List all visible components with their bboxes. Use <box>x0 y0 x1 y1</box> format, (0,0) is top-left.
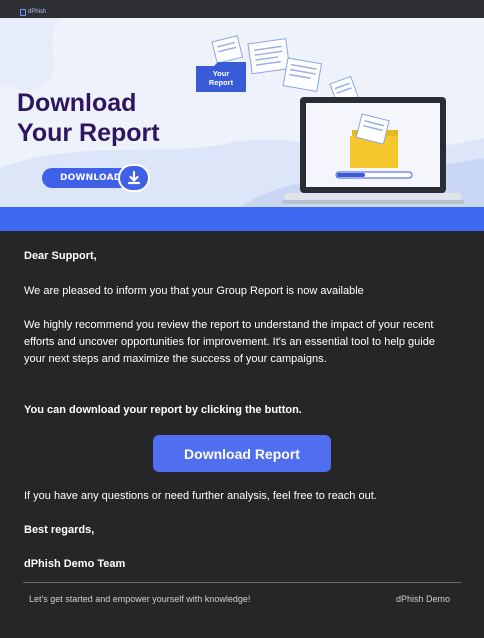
intro-paragraph: We are pleased to inform you that your G… <box>24 285 364 297</box>
recommend-paragraph: We highly recommend you review the repor… <box>24 319 435 365</box>
signature-team: dPhish Demo Team <box>24 558 126 570</box>
download-arrow-icon <box>118 164 150 192</box>
greeting: Dear Support, <box>24 250 97 262</box>
download-hint: You can download your report by clicking… <box>24 404 302 416</box>
tag-line-1: Your <box>212 69 230 78</box>
download-report-button[interactable]: Download Report <box>153 435 331 472</box>
hero-download-label: DOWNLOAD <box>60 173 122 183</box>
accent-band <box>0 207 484 231</box>
brand-logo: dPhish <box>20 8 46 16</box>
hero-banner: Your Report Download Your Report DOWNLOA… <box>0 18 484 207</box>
footer-company: dPhish Demo <box>396 594 451 604</box>
sign-off: Best regards, <box>24 524 95 536</box>
hero-title: Download Your Report <box>17 88 160 148</box>
hero-title-line-1: Download <box>17 89 137 117</box>
email-header-bar: dPhish <box>0 0 484 18</box>
footer-tagline: Let's get started and empower yourself w… <box>29 594 251 604</box>
hero-download-badge: DOWNLOAD <box>42 164 152 192</box>
footer-divider <box>23 582 461 583</box>
brand-mark-icon <box>20 8 26 16</box>
hero-title-line-2: Your Report <box>17 119 160 147</box>
questions-paragraph: If you have any questions or need furthe… <box>24 490 377 502</box>
your-report-tag: Your Report <box>196 62 246 92</box>
brand-name: dPhish <box>28 9 47 15</box>
tag-line-2: Report <box>208 78 234 87</box>
